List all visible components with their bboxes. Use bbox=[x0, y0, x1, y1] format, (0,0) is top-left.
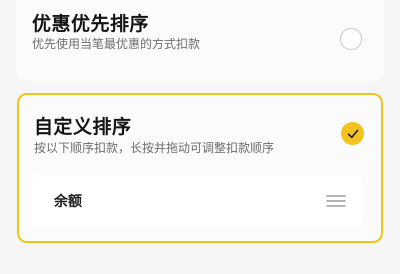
option-title: 优惠优先排序 bbox=[32, 13, 150, 35]
radio-unselected-icon[interactable] bbox=[340, 28, 362, 50]
payment-method-label: 余额 bbox=[54, 194, 82, 210]
option-description: 优先使用当笔最优惠的方式扣款 bbox=[32, 37, 201, 51]
option-custom-order[interactable]: 自定义排序 按以下顺序扣款，长按并拖动可调整扣款顺序 余额 bbox=[17, 93, 383, 243]
option-discount-first[interactable]: 优惠优先排序 优先使用当笔最优惠的方式扣款 bbox=[16, 0, 384, 81]
checkmark-icon[interactable] bbox=[341, 122, 364, 145]
option-description: 按以下顺序扣款，长按并拖动可调整扣款顺序 bbox=[34, 141, 275, 155]
payment-method-row-balance[interactable]: 余额 bbox=[32, 175, 362, 227]
checkmark-icon-glyph bbox=[347, 129, 358, 138]
option-title: 自定义排序 bbox=[34, 116, 132, 138]
drag-handle-icon[interactable] bbox=[326, 194, 346, 208]
